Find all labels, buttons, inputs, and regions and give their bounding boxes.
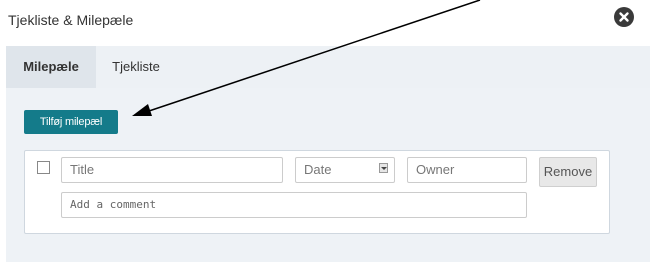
owner-input[interactable]: Owner [407,157,527,183]
dialog-header: Tjekliste & Milepæle [0,0,650,42]
remove-button[interactable]: Remove [539,157,597,187]
milestone-checkbox[interactable] [37,161,50,174]
tab-checklist[interactable]: Tjekliste [96,46,176,88]
milestones-panel: Tilføj milepæl Title Date Owner Remove A… [6,88,650,262]
dialog-title: Tjekliste & Milepæle [8,12,134,28]
date-input[interactable]: Date [295,157,395,183]
add-milestone-button[interactable]: Tilføj milepæl [24,110,118,134]
title-input[interactable]: Title [61,157,283,183]
date-dropdown-icon[interactable] [379,163,388,173]
close-icon [619,12,629,22]
milestone-card: Title Date Owner Remove Add a comment [24,150,610,234]
tab-milestones[interactable]: Milepæle [6,46,96,88]
date-placeholder: Date [304,162,332,177]
tab-bar: Milepæle Tjekliste [6,46,650,88]
comment-input[interactable]: Add a comment [61,192,527,218]
close-button[interactable] [614,7,634,27]
